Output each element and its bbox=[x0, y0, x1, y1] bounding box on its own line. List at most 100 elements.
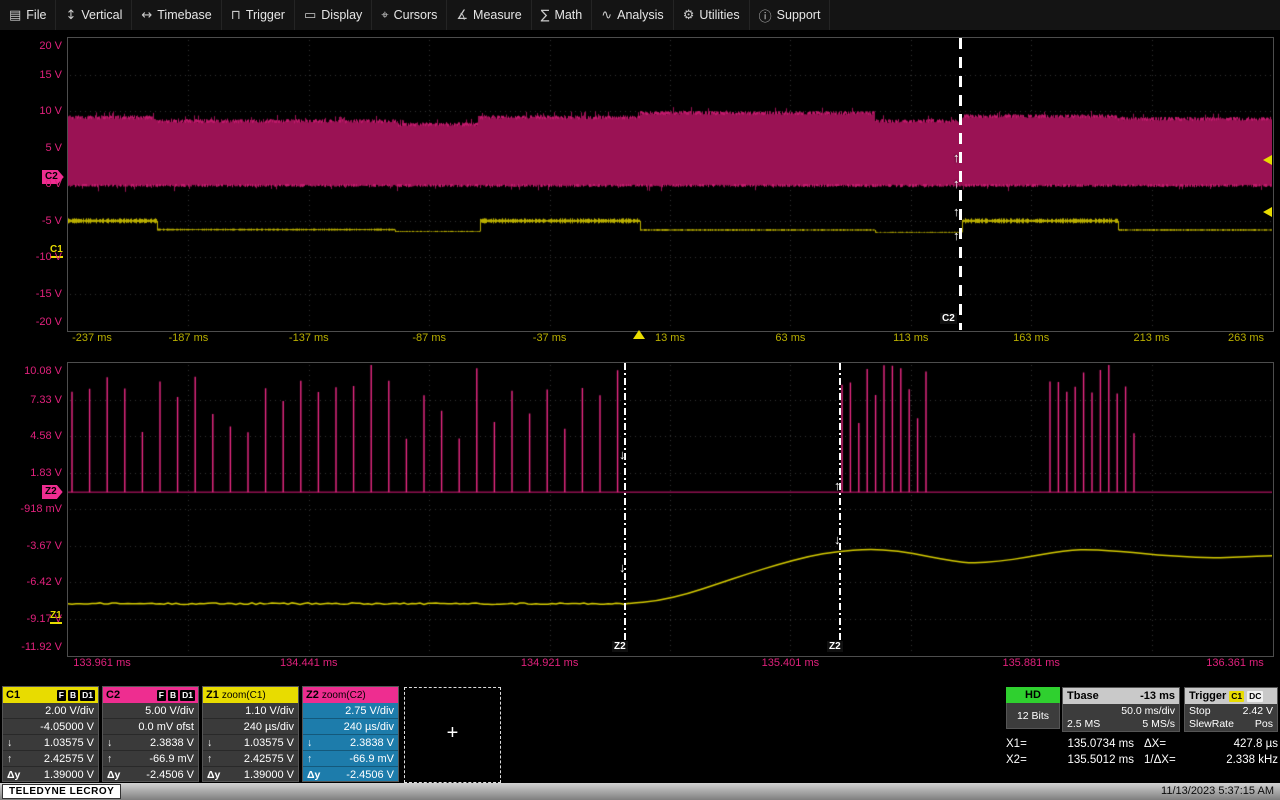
hd-mode-box[interactable]: HD 12 Bits bbox=[1006, 687, 1060, 729]
trace-row: Δy 1.39000 V bbox=[3, 767, 98, 783]
x1-value: 135.0734 ms bbox=[1067, 738, 1135, 750]
menu-item-display[interactable]: ▭ Display bbox=[295, 0, 373, 30]
menu-bar: ▤ File ↕ Vertical ↔ Timebase ⊓ Trigger ▭ Display ⌖… bbox=[0, 0, 1280, 31]
dx-label: ΔX= bbox=[1144, 738, 1167, 750]
trace-value: 240 µs/div bbox=[243, 720, 294, 733]
trace-value: 2.3838 V bbox=[149, 736, 194, 749]
datetime: 11/13/2023 5:37:15 AM bbox=[1161, 785, 1274, 797]
tbase-label: Tbase bbox=[1067, 690, 1099, 702]
trace-row: 5.00 V/div bbox=[103, 703, 198, 719]
utilities-icon: ⚙ bbox=[682, 7, 695, 23]
grid1-y-label: 0 V bbox=[45, 178, 62, 190]
trigger-type: SlewRate bbox=[1189, 718, 1234, 731]
menu-item-support[interactable]: ⓘ Support bbox=[750, 0, 831, 30]
grid1-waveform-canvas[interactable] bbox=[68, 38, 1272, 330]
menu-item-utilities[interactable]: ⚙ Utilities bbox=[674, 0, 750, 30]
menu-item-vertical[interactable]: ↕ Vertical bbox=[56, 0, 133, 30]
x2-value: 135.5012 ms bbox=[1067, 754, 1135, 766]
cursor-arrow-icon: ↑ bbox=[834, 478, 841, 493]
cursor-down-icon: ↓ bbox=[207, 736, 213, 749]
trace-row: ↑ 2.42575 V bbox=[203, 751, 298, 767]
grid1-y-label: -10 V bbox=[35, 251, 62, 263]
grid2-x-label: 133.961 ms bbox=[73, 657, 131, 669]
trace-id: C1 bbox=[6, 689, 21, 701]
menu-item-label: Analysis bbox=[617, 8, 664, 22]
grid2-y-label: 7.33 V bbox=[30, 393, 62, 406]
trace-row: 0.0 mV ofst bbox=[103, 719, 198, 735]
trace-header: Z1 zoom(C1) bbox=[203, 687, 298, 703]
trace-descriptor-c2[interactable]: C2 F B D1 5.00 V/div 0.0 mV ofst ↓ 2.3838 V ↑ -66… bbox=[102, 686, 199, 783]
hd-badge: HD bbox=[1006, 687, 1060, 703]
tbase-scale: 50.0 ms/div bbox=[1121, 704, 1175, 717]
cursor-arrow-icon: ↓ bbox=[619, 447, 626, 462]
status-bar: TELEDYNE LECROY 11/13/2023 5:37:15 AM bbox=[0, 783, 1280, 800]
trace-badges: F B D1 bbox=[156, 689, 195, 701]
trace-descriptor-z2[interactable]: Z2 zoom(C2) 2.75 V/div 240 µs/div ↓ 2.3838 V ↑… bbox=[302, 686, 399, 783]
trace-value: 2.3838 V bbox=[349, 736, 394, 749]
support-icon: ⓘ bbox=[758, 9, 772, 25]
grid1-x-label: 163 ms bbox=[1013, 332, 1050, 344]
trace-descriptor-z1[interactable]: Z1 zoom(C1) 1.10 V/div 240 µs/div ↓ 1.03575 V… bbox=[202, 686, 299, 783]
trace-descriptor-c1[interactable]: C1 F B D1 2.00 V/div -4.05000 V ↓ 1.03575 V ↑ 2.4… bbox=[2, 686, 99, 783]
grid1-y-label: 20 V bbox=[39, 40, 62, 52]
menu-item-label: File bbox=[26, 8, 47, 22]
cursor-dy-icon: Δy bbox=[307, 768, 321, 781]
trace-subtitle: zoom(C1) bbox=[221, 689, 266, 701]
dx-value: 427.8 µs bbox=[1233, 738, 1278, 750]
menu-item-file[interactable]: ▤ File bbox=[0, 0, 57, 30]
timebase-box[interactable]: Tbase -13 ms 50.0 ms/div 2.5 MS 5 MS/s bbox=[1062, 687, 1180, 732]
trace-value: -66.9 mV bbox=[149, 752, 194, 765]
trace-row: ↓ 2.3838 V bbox=[103, 735, 198, 751]
menu-item-label: Timebase bbox=[157, 8, 212, 22]
trigger-level-marker-high[interactable] bbox=[1263, 155, 1272, 165]
z2-offset-marker[interactable]: Z2 bbox=[42, 485, 63, 499]
tbase-memory: 2.5 MS bbox=[1067, 718, 1101, 731]
trace-value: -66.9 mV bbox=[349, 752, 394, 765]
grid1-x-label: 263 ms bbox=[1227, 332, 1265, 344]
x2-label: X2= bbox=[1006, 754, 1027, 766]
trigger-position-marker[interactable] bbox=[633, 330, 645, 339]
trace-value: -2.4506 V bbox=[346, 768, 394, 781]
grid2-y-label: -6.42 V bbox=[26, 576, 62, 588]
grid1-x-label: 113 ms bbox=[893, 332, 929, 344]
menu-item-trigger[interactable]: ⊓ Trigger bbox=[222, 0, 295, 30]
grid2-waveform-canvas[interactable] bbox=[68, 363, 1272, 655]
waveform-display: C2 C1 ↑ ↑ ↑ ↑ C2 Z2 Z1 ↓ ↓ ↑ ↓ Z2 Z2 20 … bbox=[0, 0, 1280, 800]
menu-item-measure[interactable]: ∡ Measure bbox=[447, 0, 532, 30]
trace-row: -4.05000 V bbox=[3, 719, 98, 735]
trace-row: Δy -2.4506 V bbox=[103, 767, 198, 783]
add-trace-button[interactable]: + bbox=[404, 687, 501, 783]
menu-item-analysis[interactable]: ∿ Analysis bbox=[592, 0, 674, 30]
trace-value: 240 µs/div bbox=[343, 720, 394, 733]
trace-value: 0.0 mV ofst bbox=[138, 720, 194, 733]
math-icon: ∑ bbox=[540, 7, 550, 23]
trigger-label: Trigger bbox=[1189, 690, 1227, 702]
grid1-y-label: 10 V bbox=[39, 105, 62, 117]
menu-item-cursors[interactable]: ⌖ Cursors bbox=[372, 0, 448, 30]
grid2-x2-cursor[interactable] bbox=[839, 363, 841, 647]
trigger-level-marker-low[interactable] bbox=[1263, 207, 1272, 217]
grid2-x1-cursor[interactable] bbox=[624, 363, 626, 647]
cursor-arrow-icon: ↑ bbox=[953, 150, 960, 165]
cursor-arrow-icon: ↑ bbox=[953, 204, 960, 219]
trace-row: ↓ 1.03575 V bbox=[203, 735, 298, 751]
grid1-x-label: -87 ms bbox=[412, 332, 446, 344]
trace-value: -2.4506 V bbox=[146, 768, 194, 781]
vertical-icon: ↕ bbox=[65, 7, 77, 23]
trace-id: Z2 bbox=[306, 689, 319, 701]
trigger-slope: Pos bbox=[1254, 718, 1273, 731]
menu-item-timebase[interactable]: ↔ Timebase bbox=[132, 0, 222, 30]
trace-header: C2 F B D1 bbox=[103, 687, 198, 703]
trace-row: ↑ -66.9 mV bbox=[103, 751, 198, 767]
trace-header: Z2 zoom(C2) bbox=[303, 687, 398, 703]
grid1-x-label: 63 ms bbox=[775, 332, 806, 344]
trace-row: ↑ -66.9 mV bbox=[303, 751, 398, 767]
menu-item-math[interactable]: ∑ Math bbox=[532, 0, 593, 30]
cursor-up-icon: ↑ bbox=[307, 752, 313, 765]
trace-id: C2 bbox=[106, 689, 121, 701]
trigger-box[interactable]: Trigger C1 DC Stop 2.42 V SlewRate Pos bbox=[1184, 687, 1278, 732]
display-icon: ▭ bbox=[303, 7, 317, 23]
trace-value: 1.39000 V bbox=[243, 768, 294, 781]
analysis-icon: ∿ bbox=[601, 7, 613, 23]
cursor-up-icon: ↑ bbox=[207, 752, 213, 765]
